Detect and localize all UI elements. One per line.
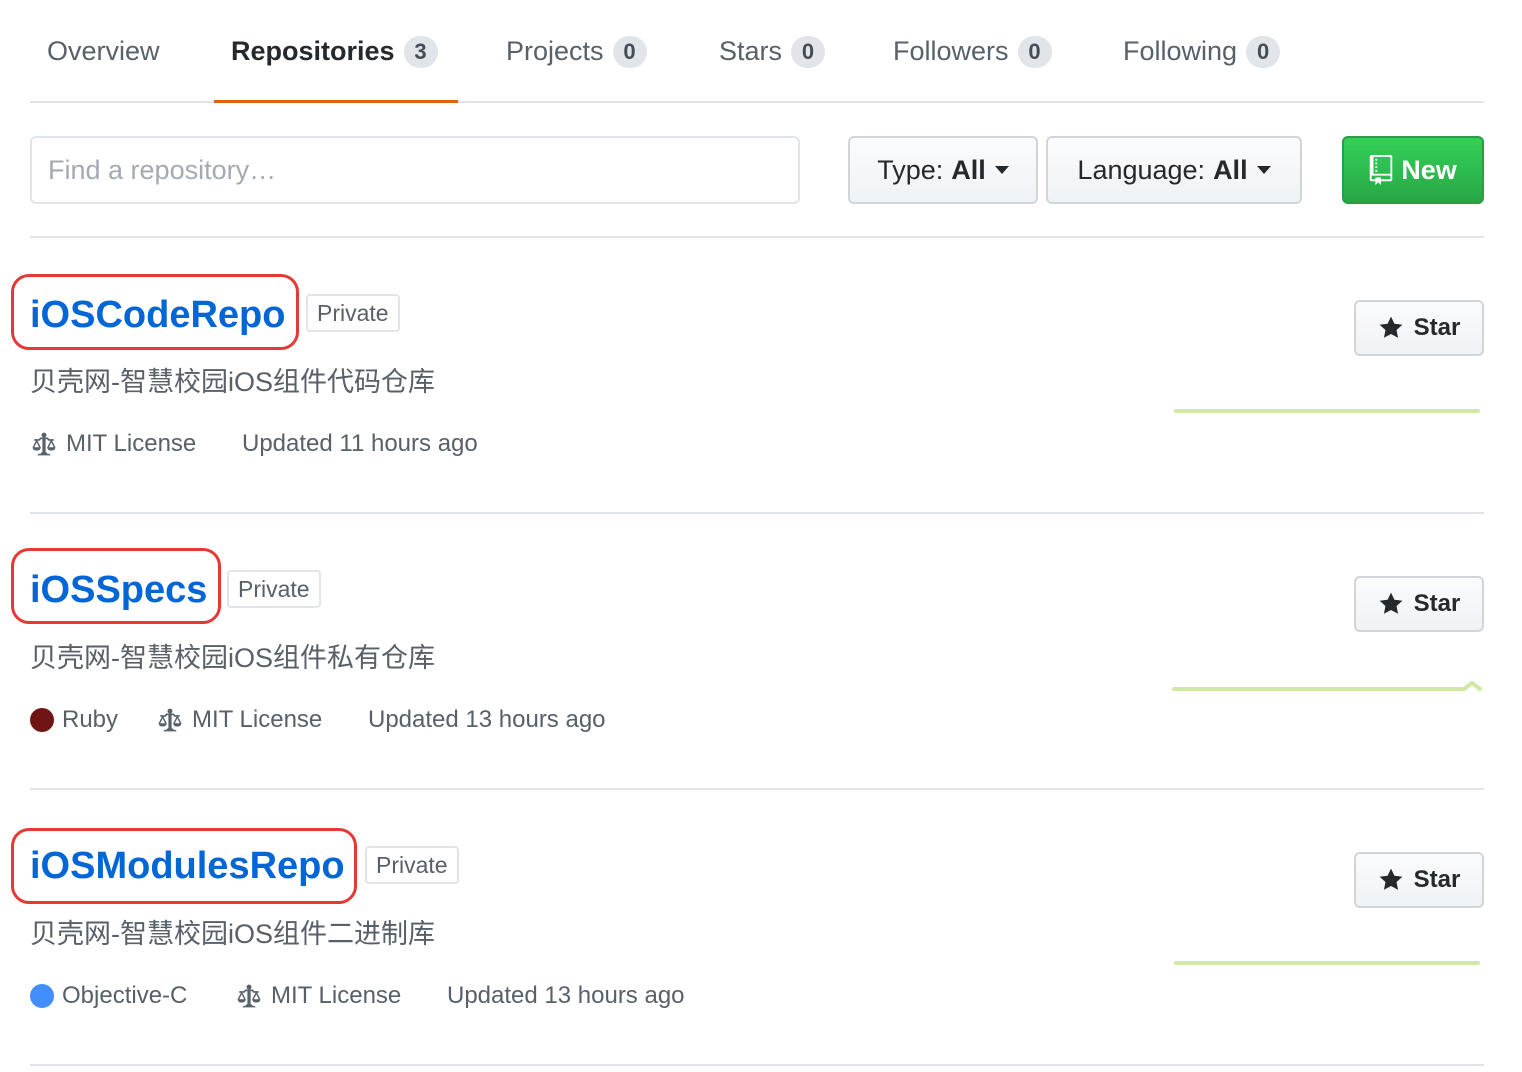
law-icon [32, 432, 56, 456]
law-icon [237, 984, 261, 1008]
repo-name-link[interactable]: iOSCodeRepo [30, 294, 285, 337]
activity-sparkline [1172, 681, 1482, 691]
star-button[interactable]: Star [1354, 852, 1484, 908]
tab-count: 0 [1246, 35, 1281, 68]
updated-label: Updated 13 hours ago [368, 706, 606, 733]
star-button-label: Star [1413, 866, 1461, 893]
repo-updated: Updated 13 hours ago [447, 982, 685, 1010]
star-button[interactable]: Star [1354, 300, 1484, 356]
list-divider [30, 512, 1484, 514]
repo-updated: Updated 13 hours ago [368, 706, 606, 734]
tab-label: Projects [506, 36, 604, 66]
new-button-label: New [1401, 154, 1457, 185]
type-filter-label: Type: [877, 154, 944, 185]
repository-search-input[interactable] [30, 136, 800, 204]
repo-name-link[interactable]: iOSSpecs [30, 569, 207, 612]
activity-sparkline [1174, 961, 1480, 965]
profile-tabs: Overview Repositories 3 Projects 0 Stars… [30, 0, 1484, 103]
tab-count: 0 [791, 35, 826, 68]
tab-count: 3 [403, 35, 438, 68]
tab-stars[interactable]: Stars 0 [719, 0, 826, 103]
repo-license: MIT License [30, 430, 196, 458]
updated-label: Updated 13 hours ago [447, 982, 685, 1009]
repo-name-link[interactable]: iOSModulesRepo [30, 845, 345, 888]
tab-overview[interactable]: Overview [47, 0, 160, 103]
star-icon [1379, 316, 1403, 338]
repo-updated: Updated 11 hours ago [242, 430, 478, 458]
license-label: MIT License [66, 430, 197, 457]
tab-projects[interactable]: Projects 0 [506, 0, 647, 103]
updated-label: Updated 11 hours ago [242, 430, 478, 457]
language-label: Ruby [62, 706, 119, 733]
private-badge: Private [227, 570, 321, 608]
language-color-dot [30, 708, 54, 732]
list-divider [30, 236, 1484, 238]
activity-sparkline [1174, 409, 1480, 413]
caret-down-icon [994, 166, 1009, 174]
law-icon [158, 708, 182, 732]
tab-label: Stars [719, 36, 783, 66]
selected-tab-underline [214, 100, 458, 103]
repo-language: Objective-C [30, 982, 187, 1010]
new-repository-button[interactable]: New [1342, 136, 1484, 204]
type-filter-dropdown[interactable]: Type: All [848, 136, 1038, 204]
private-badge: Private [306, 294, 400, 332]
repo-description: 贝壳网-智慧校园iOS组件二进制库 [30, 919, 435, 949]
language-filter-value: All [1213, 154, 1248, 185]
list-divider [30, 1064, 1484, 1066]
star-icon [1379, 592, 1403, 614]
language-filter-dropdown[interactable]: Language: All [1046, 136, 1302, 204]
star-button-label: Star [1413, 590, 1461, 617]
tab-label: Followers [893, 36, 1009, 66]
language-filter-label: Language: [1077, 154, 1206, 185]
list-divider [30, 788, 1484, 790]
repo-language: Ruby [30, 706, 118, 734]
language-color-dot [30, 984, 54, 1008]
star-button-label: Star [1413, 314, 1461, 341]
tab-label: Repositories [231, 36, 395, 66]
star-button[interactable]: Star [1354, 576, 1484, 632]
tab-followers[interactable]: Followers 0 [893, 0, 1052, 103]
star-icon [1379, 868, 1403, 890]
private-badge: Private [365, 846, 459, 884]
language-label: Objective-C [62, 982, 188, 1009]
tab-count: 0 [612, 35, 647, 68]
caret-down-icon [1256, 166, 1271, 174]
repo-license: MIT License [235, 982, 401, 1010]
repo-description: 贝壳网-智慧校园iOS组件代码仓库 [30, 367, 435, 397]
tab-count: 0 [1017, 35, 1052, 68]
tab-label: Following [1123, 36, 1238, 66]
tab-following[interactable]: Following 0 [1123, 0, 1281, 103]
type-filter-value: All [951, 154, 986, 185]
repo-license: MIT License [156, 706, 322, 734]
license-label: MIT License [271, 982, 402, 1009]
license-label: MIT License [192, 706, 323, 733]
repo-description: 贝壳网-智慧校园iOS组件私有仓库 [30, 643, 435, 673]
tab-label: Overview [47, 36, 160, 66]
tab-repositories[interactable]: Repositories 3 [231, 0, 438, 103]
repo-icon [1369, 155, 1393, 185]
